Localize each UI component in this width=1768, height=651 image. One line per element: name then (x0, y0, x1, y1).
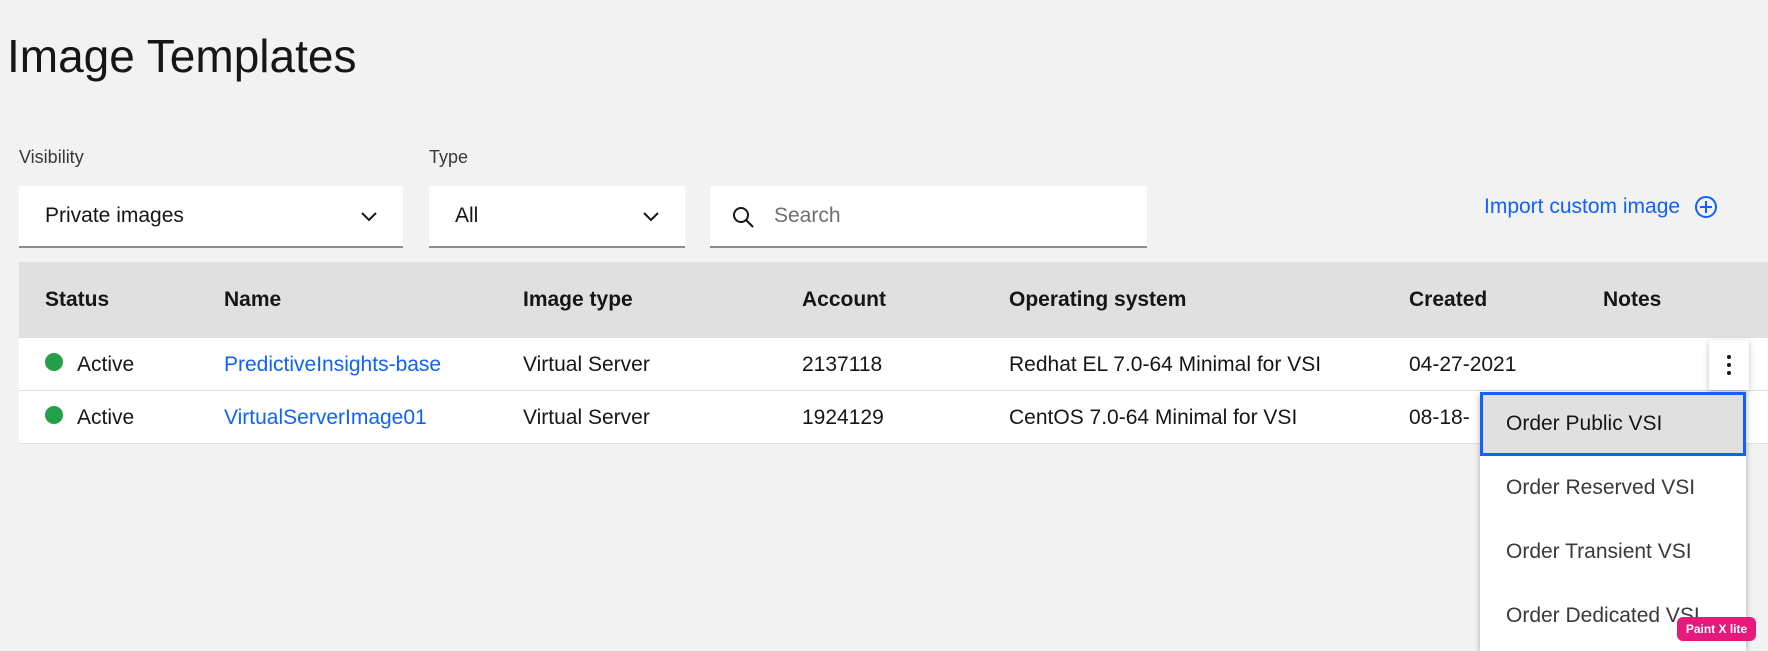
created-cell: 04-27-2021 (1409, 353, 1517, 376)
menu-item-order-reserved-vsi[interactable]: Order Reserved VSI (1480, 456, 1746, 520)
search-icon (733, 207, 754, 228)
chevron-down-icon (361, 212, 377, 222)
menu-item-order-public-vsi[interactable]: Order Public VSI (1480, 392, 1746, 456)
overflow-menu-vertical-icon (1727, 355, 1731, 375)
status-active-icon (45, 353, 63, 372)
table-row: Active PredictiveInsights-base Virtual S… (19, 338, 1768, 391)
status-text: Active (77, 353, 135, 376)
status-active-icon (45, 406, 63, 425)
column-header-image-type[interactable]: Image type (523, 262, 633, 338)
import-label: Import custom image (1484, 195, 1681, 218)
search-input[interactable] (710, 186, 1147, 246)
watermark-badge: Paint X lite (1677, 617, 1756, 641)
menu-item-order-transient-vsi[interactable]: Order Transient VSI (1480, 520, 1746, 584)
chevron-down-icon (643, 212, 659, 222)
column-header-notes[interactable]: Notes (1603, 262, 1661, 338)
add-circle-icon (1695, 196, 1718, 218)
image-name-link[interactable]: PredictiveInsights-base (224, 338, 441, 391)
status-cell: Active (45, 391, 134, 444)
account-cell: 1924129 (802, 406, 884, 429)
status-cell: Active (45, 338, 134, 391)
account-cell: 2137118 (802, 353, 883, 376)
type-label: Type (429, 147, 469, 167)
image-name-link[interactable]: VirtualServerImage01 (224, 391, 427, 444)
page-title: Image Templates (7, 30, 357, 82)
column-header-created[interactable]: Created (1409, 262, 1487, 338)
visibility-label: Visibility (19, 147, 84, 167)
row-overflow-menu-button[interactable] (1709, 340, 1749, 390)
column-header-status[interactable]: Status (45, 262, 109, 338)
overflow-menu: Order Public VSI Order Reserved VSI Orde… (1480, 392, 1746, 651)
column-header-account[interactable]: Account (802, 262, 886, 338)
table-header: Status Name Image type Account Operating… (19, 262, 1768, 338)
column-header-name[interactable]: Name (224, 262, 281, 338)
type-value: All (455, 204, 479, 227)
status-text: Active (77, 406, 135, 429)
image-type-cell: Virtual Server (523, 406, 650, 429)
os-cell: CentOS 7.0-64 Minimal for VSI (1009, 406, 1298, 429)
search-box (710, 186, 1147, 248)
image-type-cell: Virtual Server (523, 353, 650, 376)
visibility-dropdown[interactable]: Private images (19, 186, 403, 248)
column-header-operating-system[interactable]: Operating system (1009, 262, 1186, 338)
os-cell: Redhat EL 7.0-64 Minimal for VSI (1009, 353, 1322, 376)
visibility-value: Private images (45, 204, 184, 227)
type-dropdown[interactable]: All (429, 186, 685, 248)
created-cell: 08-18- (1409, 406, 1470, 429)
import-custom-image-link[interactable]: Import custom image (1484, 195, 1718, 219)
